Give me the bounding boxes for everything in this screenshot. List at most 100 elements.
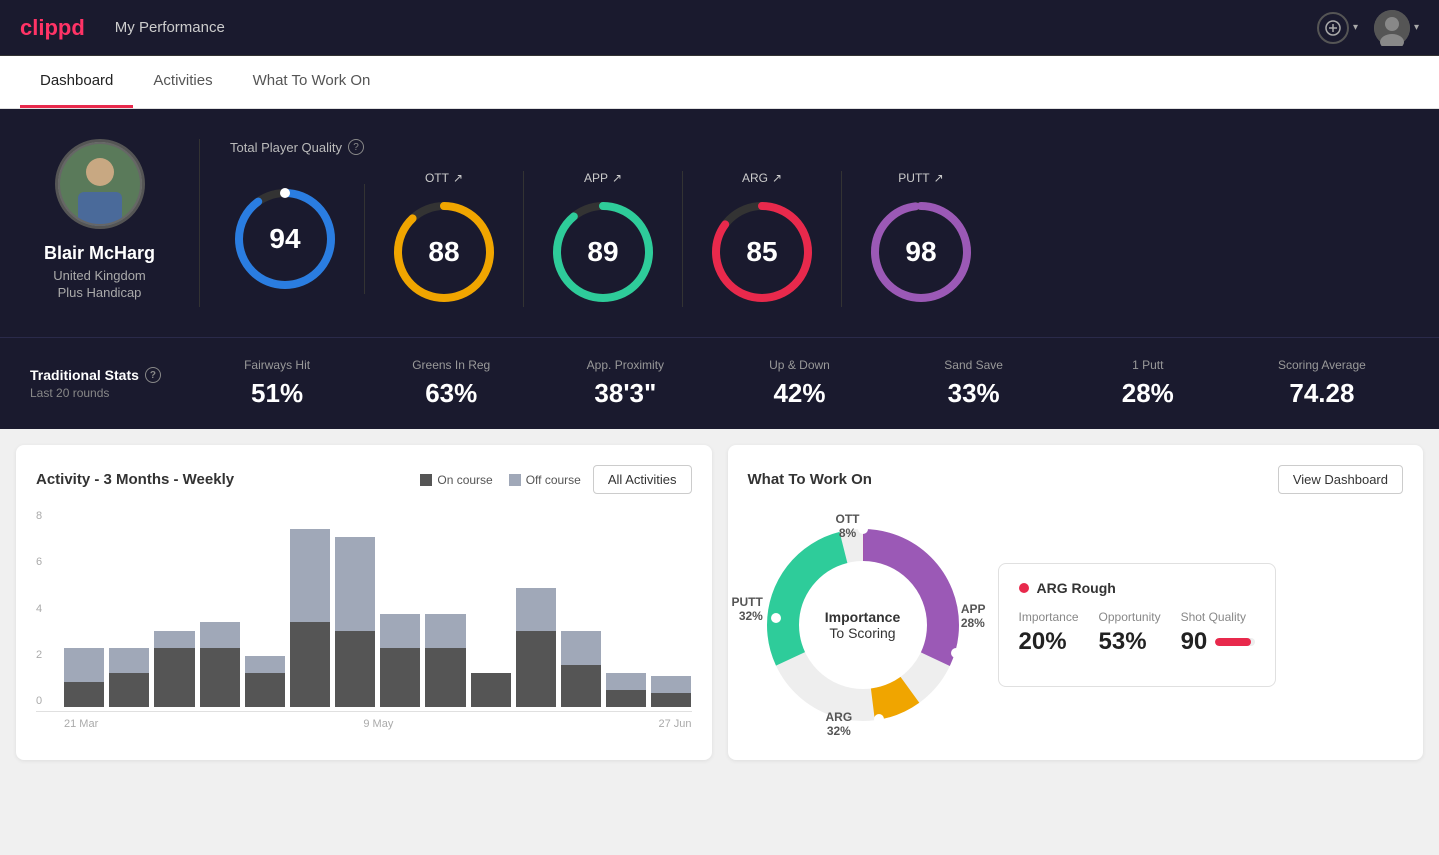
putt-circle: 98	[866, 197, 976, 307]
ott-meter: OTT ↗ 88	[365, 171, 524, 307]
nav-tabs: Dashboard Activities What To Work On	[0, 56, 1439, 109]
ott-arrow: ↗	[453, 171, 463, 185]
bar-top-1	[109, 648, 149, 674]
donut-center: Importance To Scoring	[825, 609, 900, 641]
opportunity-metric: Opportunity 53%	[1099, 610, 1161, 656]
bar-group-8	[425, 510, 465, 707]
bar-top-13	[651, 676, 691, 693]
add-icon[interactable]	[1317, 12, 1349, 44]
app-circle: 89	[548, 197, 658, 307]
legend-on-course-icon	[420, 474, 432, 486]
bar-top-12	[606, 673, 646, 690]
logo-text: clippd	[20, 15, 85, 41]
user-menu[interactable]: ▾	[1374, 10, 1419, 46]
stat-fairways-hit: Fairways Hit 51%	[190, 358, 364, 409]
main-score-meter: 94	[230, 184, 365, 294]
bar-bottom-0	[64, 682, 104, 708]
quality-meters: 94 OTT ↗ 88 AP	[230, 171, 1409, 307]
bar-bottom-10	[516, 631, 556, 708]
player-info: Blair McHarg United Kingdom Plus Handica…	[30, 139, 200, 307]
user-avatar	[1374, 10, 1410, 46]
arg-label: ARG ↗	[742, 171, 782, 185]
header-title: My Performance	[115, 19, 225, 36]
bar-bottom-13	[651, 693, 691, 707]
view-dashboard-button[interactable]: View Dashboard	[1278, 465, 1403, 494]
trad-stats-help-icon[interactable]: ?	[145, 367, 161, 383]
what-to-work-on-card: What To Work On View Dashboard	[728, 445, 1424, 760]
trad-stats-section: Traditional Stats ? Last 20 rounds Fairw…	[0, 337, 1439, 429]
bar-group-9	[471, 510, 511, 707]
stat-sand-save: Sand Save 33%	[887, 358, 1061, 409]
bar-bottom-12	[606, 690, 646, 707]
bars-wrapper	[36, 510, 692, 707]
bar-group-10	[516, 510, 556, 707]
header-actions: ▾ ▾	[1317, 10, 1419, 46]
add-chevron: ▾	[1353, 22, 1358, 33]
bar-group-0	[64, 510, 104, 707]
putt-arrow: ↗	[934, 171, 944, 185]
putt-label: PUTT ↗	[898, 171, 943, 185]
app-value: 89	[587, 236, 618, 268]
player-handicap: Plus Handicap	[58, 285, 142, 300]
add-button[interactable]: ▾	[1317, 12, 1358, 44]
quality-section: Total Player Quality ? 94 OTT ↗	[200, 139, 1409, 307]
bar-bottom-3	[200, 648, 240, 708]
info-metrics: Importance 20% Opportunity 53% Shot Qual…	[1019, 610, 1256, 656]
shot-quality-metric: Shot Quality 90	[1181, 610, 1256, 656]
ott-label: OTT ↗	[425, 171, 463, 185]
bar-top-4	[245, 656, 285, 673]
bar-chart-area: 8 6 4 2 0	[36, 510, 692, 712]
player-name: Blair McHarg	[44, 243, 155, 264]
donut-chart: Importance To Scoring	[748, 510, 978, 740]
legend-off-course: Off course	[509, 473, 581, 487]
bar-bottom-5	[290, 622, 330, 707]
user-chevron: ▾	[1414, 22, 1419, 33]
bar-bottom-1	[109, 673, 149, 707]
bar-bottom-4	[245, 673, 285, 707]
info-card-title: ARG Rough	[1019, 580, 1256, 596]
tab-dashboard[interactable]: Dashboard	[20, 56, 133, 108]
main-score-circle: 94	[230, 184, 340, 294]
shot-quality-bar	[1215, 638, 1255, 646]
quality-help-icon[interactable]: ?	[348, 139, 364, 155]
bar-top-0	[64, 648, 104, 682]
bar-top-8	[425, 614, 465, 648]
tab-what-to-work-on[interactable]: What To Work On	[233, 56, 391, 108]
bar-top-11	[561, 631, 601, 665]
importance-metric: Importance 20%	[1019, 610, 1079, 656]
tab-activities[interactable]: Activities	[133, 56, 232, 108]
all-activities-button[interactable]: All Activities	[593, 465, 692, 494]
bar-bottom-6	[335, 631, 375, 708]
bar-bottom-8	[425, 648, 465, 708]
legend-on-course: On course	[420, 473, 492, 487]
bar-top-3	[200, 622, 240, 648]
quality-label: Total Player Quality ?	[230, 139, 1409, 155]
arg-meter: ARG ↗ 85	[683, 171, 842, 307]
ott-value: 88	[428, 236, 459, 268]
circle-dot	[280, 188, 290, 198]
chart-legend: On course Off course	[420, 473, 581, 487]
stat-greens-in-reg: Greens In Reg 63%	[364, 358, 538, 409]
arg-circle: 85	[707, 197, 817, 307]
bar-bottom-11	[561, 665, 601, 708]
ott-circle: 88	[389, 197, 499, 307]
bar-top-5	[290, 529, 330, 623]
bar-bottom-9	[471, 673, 511, 707]
bar-group-6	[335, 510, 375, 707]
info-card: ARG Rough Importance 20% Opportunity 53%…	[998, 563, 1277, 687]
bar-bottom-7	[380, 648, 420, 708]
logo: clippd	[20, 15, 85, 41]
bar-group-12	[606, 510, 646, 707]
player-country: United Kingdom	[53, 268, 146, 283]
bar-group-3	[200, 510, 240, 707]
main-score-value: 94	[269, 223, 300, 255]
bar-group-5	[290, 510, 330, 707]
stat-app-proximity: App. Proximity 38'3"	[538, 358, 712, 409]
bottom-section: Activity - 3 Months - Weekly On course O…	[0, 429, 1439, 776]
bar-group-7	[380, 510, 420, 707]
donut-wrapper: Importance To Scoring OTT 8% APP 28%	[748, 510, 978, 740]
bar-group-13	[651, 510, 691, 707]
bar-top-10	[516, 588, 556, 631]
app-arrow: ↗	[612, 171, 622, 185]
legend-off-course-icon	[509, 474, 521, 486]
